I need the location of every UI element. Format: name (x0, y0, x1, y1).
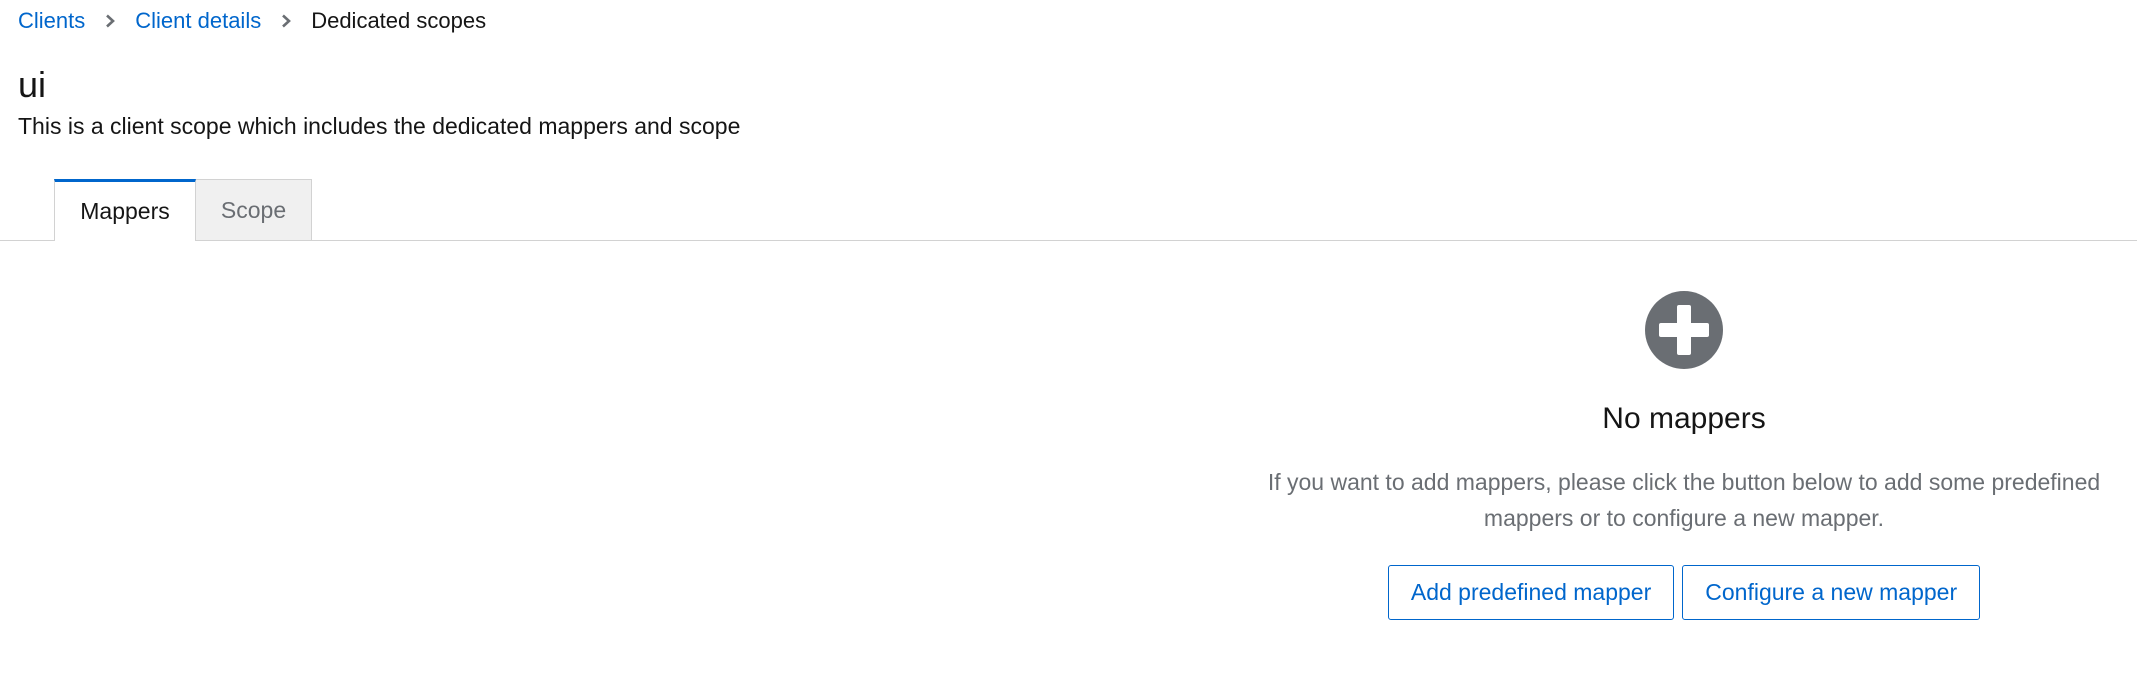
breadcrumb-link-client-details[interactable]: Client details (135, 8, 261, 34)
tab-scope[interactable]: Scope (196, 179, 312, 240)
breadcrumb-link-clients[interactable]: Clients (18, 8, 85, 34)
empty-state-body: If you want to add mappers, please click… (1267, 469, 2101, 531)
chevron-right-icon (95, 6, 125, 36)
page-title: ui (18, 64, 47, 105)
breadcrumb-current: Dedicated scopes (311, 8, 487, 33)
page-description: This is a client scope which includes th… (18, 113, 741, 139)
plus-circle-icon (1644, 290, 1724, 370)
configure-new-mapper-button[interactable]: Configure a new mapper (1682, 565, 1981, 620)
chevron-right-icon (271, 6, 301, 36)
tab-mappers[interactable]: Mappers (54, 179, 196, 241)
breadcrumb: Clients Client details Dedicated scopes (18, 6, 486, 36)
tab-bar: Mappers Scope (0, 179, 2137, 241)
add-predefined-mapper-button[interactable]: Add predefined mapper (1387, 565, 1675, 620)
empty-state-title: No mappers (1602, 402, 1766, 435)
empty-state: No mappers If you want to add mappers, p… (1240, 290, 2128, 620)
empty-state-actions: Add predefined mapper Configure a new ma… (1240, 565, 2128, 620)
